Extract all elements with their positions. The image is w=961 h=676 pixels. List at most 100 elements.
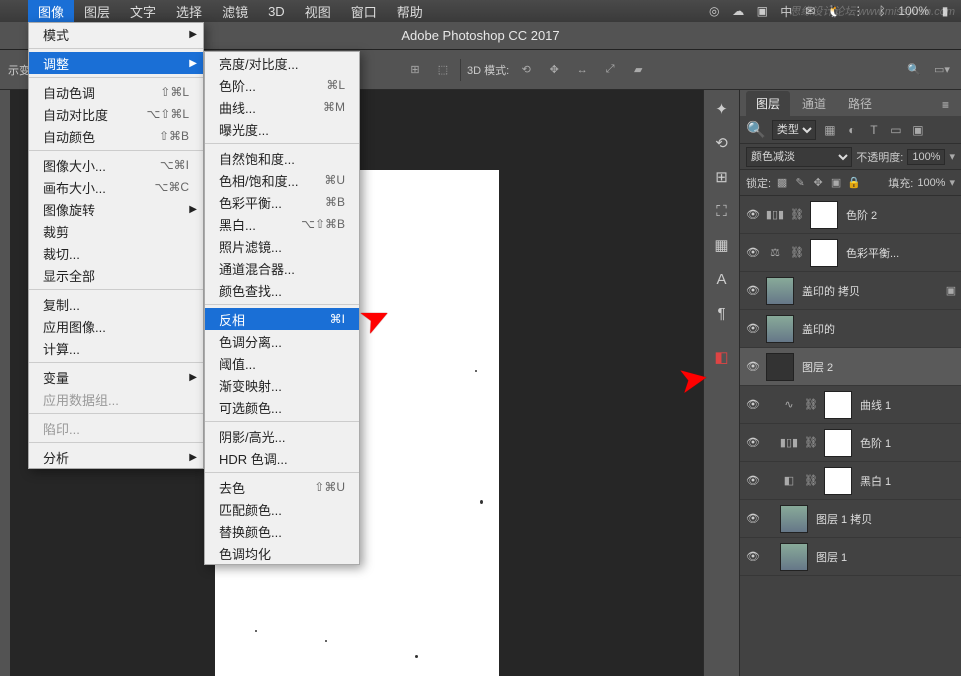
- layer-row-9[interactable]: 👁图层 1: [740, 538, 961, 576]
- layer-name[interactable]: 图层 1: [816, 549, 961, 565]
- menu-select[interactable]: 选择: [166, 0, 212, 22]
- 3d-camera-icon[interactable]: ▰: [627, 59, 649, 81]
- libraries-panel-icon[interactable]: ⛶: [707, 196, 737, 226]
- image-menu-item-17[interactable]: 计算...: [29, 337, 203, 359]
- panel-menu-icon[interactable]: ≡: [936, 94, 955, 116]
- grid-panel-icon[interactable]: ▦: [707, 230, 737, 260]
- lock-pixels-icon[interactable]: ▩: [775, 176, 789, 189]
- menu-window[interactable]: 窗口: [341, 0, 387, 22]
- layer-row-8[interactable]: 👁 图层 1 拷贝: [740, 500, 961, 538]
- adjust-menu-item-2[interactable]: 曲线...⌘M: [205, 96, 359, 118]
- opacity-value[interactable]: 100%: [907, 149, 945, 165]
- adjust-menu-item-17[interactable]: 可选颜色...: [205, 396, 359, 418]
- swatches-panel-icon[interactable]: ⊞: [707, 162, 737, 192]
- layer-visibility-icon[interactable]: 👁: [740, 398, 766, 411]
- workspace-icon[interactable]: ▭▾: [931, 59, 953, 81]
- layer-thumbnail[interactable]: [824, 429, 852, 457]
- 3d-slide-icon[interactable]: ⤢: [599, 59, 621, 81]
- lock-move-icon[interactable]: ✥: [811, 176, 825, 189]
- layer-thumbnail[interactable]: [766, 353, 794, 381]
- menu-3d[interactable]: 3D: [258, 0, 295, 22]
- mask-link-icon[interactable]: ⛓: [802, 434, 820, 452]
- adjust-menu-item-14[interactable]: 色调分离...: [205, 330, 359, 352]
- layer-row-3[interactable]: 👁 盖印的: [740, 310, 961, 348]
- layer-visibility-icon[interactable]: 👁: [740, 360, 766, 373]
- brush-panel-icon[interactable]: ✦: [707, 94, 737, 124]
- 3d-orbit-icon[interactable]: ⟲: [515, 59, 537, 81]
- layer-thumbnail[interactable]: [780, 505, 808, 533]
- layer-name[interactable]: 图层 2: [802, 359, 961, 375]
- filter-shape-icon[interactable]: ▭: [888, 122, 904, 138]
- adjust-menu-item-16[interactable]: 渐变映射...: [205, 374, 359, 396]
- menu-layer[interactable]: 图层: [74, 0, 120, 22]
- layer-visibility-icon[interactable]: 👁: [740, 474, 766, 487]
- mask-link-icon[interactable]: ⛓: [802, 396, 820, 414]
- image-menu-item-24[interactable]: 分析▶: [29, 446, 203, 468]
- adjust-menu-item-7[interactable]: 色彩平衡...⌘B: [205, 191, 359, 213]
- tab-channels[interactable]: 通道: [792, 91, 836, 116]
- image-menu-item-9[interactable]: 画布大小...⌥⌘C: [29, 176, 203, 198]
- search-icon[interactable]: 🔍: [903, 59, 925, 81]
- layer-row-2[interactable]: 👁盖印的 拷贝▣: [740, 272, 961, 310]
- tab-layers[interactable]: 图层: [746, 91, 790, 116]
- layer-name[interactable]: 盖印的: [802, 321, 961, 337]
- history-panel-icon[interactable]: ⟲: [707, 128, 737, 158]
- layer-thumbnail[interactable]: [780, 543, 808, 571]
- layer-row-6[interactable]: 👁▮▯▮⛓色阶 1: [740, 424, 961, 462]
- filter-type-select[interactable]: 类型: [772, 120, 816, 140]
- image-menu-item-5[interactable]: 自动对比度⌥⇧⌘L: [29, 103, 203, 125]
- adjust-menu-item-22[interactable]: 去色⇧⌘U: [205, 476, 359, 498]
- filter-adjust-icon[interactable]: ◐: [844, 122, 860, 138]
- filter-pixel-icon[interactable]: ▦: [822, 122, 838, 138]
- layer-name[interactable]: 曲线 1: [860, 397, 961, 413]
- layer-thumbnail[interactable]: [810, 239, 838, 267]
- layer-name[interactable]: 黑白 1: [860, 473, 961, 489]
- lock-brush-icon[interactable]: ✎: [793, 176, 807, 189]
- adjust-menu-item-15[interactable]: 阈值...: [205, 352, 359, 374]
- image-menu-item-13[interactable]: 显示全部: [29, 264, 203, 286]
- layer-visibility-icon[interactable]: 👁: [740, 322, 766, 335]
- type-panel-icon[interactable]: A: [707, 264, 737, 294]
- 3d-dolly-icon[interactable]: ↔: [571, 59, 593, 81]
- layer-thumbnail[interactable]: [766, 315, 794, 343]
- layer-visibility-icon[interactable]: 👁: [740, 512, 766, 525]
- adjust-menu-item-19[interactable]: 阴影/高光...: [205, 425, 359, 447]
- adjust-menu-item-24[interactable]: 替换颜色...: [205, 520, 359, 542]
- layer-link-icon[interactable]: ▣: [941, 284, 961, 297]
- mask-link-icon[interactable]: ⛓: [788, 206, 806, 224]
- lock-all-icon[interactable]: 🔒: [847, 176, 861, 189]
- layer-row-5[interactable]: 👁∿⛓曲线 1: [740, 386, 961, 424]
- layer-thumbnail[interactable]: [824, 467, 852, 495]
- filter-smart-icon[interactable]: ▣: [910, 122, 926, 138]
- color-panel-icon[interactable]: ◧: [707, 342, 737, 372]
- siri-icon[interactable]: ◎: [706, 4, 722, 18]
- adjust-menu-item-25[interactable]: 色调均化: [205, 542, 359, 564]
- adjust-menu-item-0[interactable]: 亮度/对比度...: [205, 52, 359, 74]
- adjust-menu-item-20[interactable]: HDR 色调...: [205, 447, 359, 469]
- layer-visibility-icon[interactable]: 👁: [740, 436, 766, 449]
- cc-icon[interactable]: ☁: [730, 4, 746, 18]
- layer-row-1[interactable]: 👁⚖⛓色彩平衡...: [740, 234, 961, 272]
- layer-thumbnail[interactable]: [766, 277, 794, 305]
- image-menu-item-8[interactable]: 图像大小...⌥⌘I: [29, 154, 203, 176]
- layer-name[interactable]: 盖印的 拷贝: [802, 283, 941, 299]
- adjust-menu-item-6[interactable]: 色相/饱和度...⌘U: [205, 169, 359, 191]
- layer-row-4[interactable]: 👁 图层 2: [740, 348, 961, 386]
- layer-name[interactable]: 图层 1 拷贝: [816, 511, 961, 527]
- mask-link-icon[interactable]: ⛓: [788, 244, 806, 262]
- image-menu-item-12[interactable]: 裁切...: [29, 242, 203, 264]
- 3d-pan-icon[interactable]: ✥: [543, 59, 565, 81]
- image-menu-item-16[interactable]: 应用图像...: [29, 315, 203, 337]
- layer-visibility-icon[interactable]: 👁: [740, 208, 766, 221]
- layer-visibility-icon[interactable]: 👁: [740, 246, 766, 259]
- layer-row-7[interactable]: 👁◧⛓黑白 1: [740, 462, 961, 500]
- layer-row-0[interactable]: 👁▮▯▮⛓色阶 2: [740, 196, 961, 234]
- menu-filter[interactable]: 滤镜: [212, 0, 258, 22]
- adjust-menu-item-3[interactable]: 曝光度...: [205, 118, 359, 140]
- layer-name[interactable]: 色阶 2: [846, 207, 961, 223]
- adjust-menu-item-10[interactable]: 通道混合器...: [205, 257, 359, 279]
- image-menu-item-19[interactable]: 变量▶: [29, 366, 203, 388]
- menu-view[interactable]: 视图: [295, 0, 341, 22]
- adjust-menu-item-5[interactable]: 自然饱和度...: [205, 147, 359, 169]
- adjust-menu-item-9[interactable]: 照片滤镜...: [205, 235, 359, 257]
